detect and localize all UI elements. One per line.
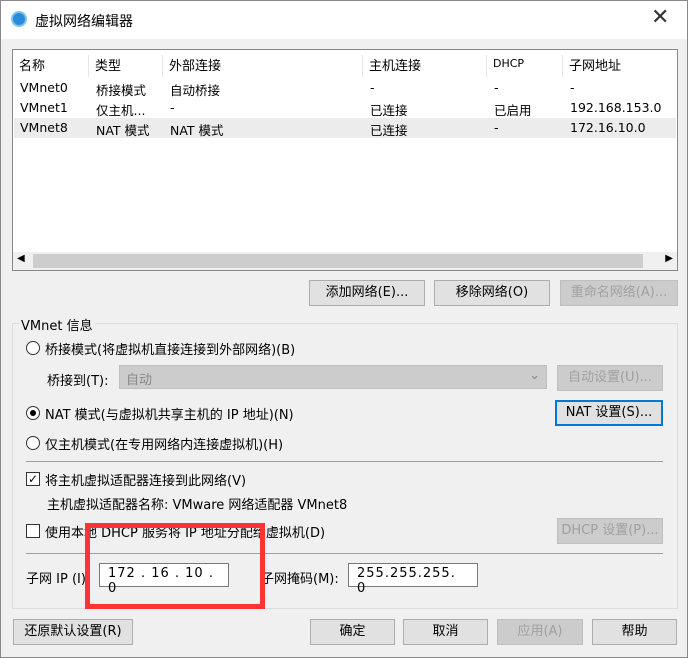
cell: 已连接 bbox=[370, 103, 408, 118]
col-header-name[interactable]: 名称 bbox=[13, 55, 89, 77]
help-button[interactable]: 帮助 bbox=[592, 619, 677, 645]
scrollbar-thumb[interactable] bbox=[33, 254, 643, 268]
subnet-mask-input[interactable]: 255.255.255. 0 bbox=[348, 563, 478, 596]
col-header-type[interactable]: 类型 bbox=[89, 55, 163, 77]
col-header-host[interactable]: 主机连接 bbox=[363, 55, 487, 77]
nat-label[interactable]: NAT 模式(与虚拟机共享主机的 IP 地址)(N) bbox=[45, 404, 294, 423]
remove-network-button[interactable]: 移除网络(O) bbox=[434, 280, 550, 306]
col-header-dhcp[interactable]: DHCP bbox=[487, 55, 563, 77]
bridge-to-label: 桥接到(T): bbox=[47, 374, 109, 389]
cell: 已连接 bbox=[370, 123, 408, 138]
adapter-name-text: 主机虚拟适配器名称: VMware 网络适配器 VMnet8 bbox=[47, 498, 348, 513]
subnet-ip-label: 子网 IP (I): bbox=[26, 572, 91, 587]
hostonly-label[interactable]: 仅主机模式(在专用网络内连接虚拟机)(H) bbox=[45, 434, 283, 453]
auto-settings-button[interactable]: 自动设置(U)... bbox=[557, 365, 663, 391]
subnet-mask-label: 子网掩码(M): bbox=[261, 572, 339, 587]
bridge-to-select[interactable]: 自动 ⌄ bbox=[119, 365, 547, 389]
bridge-radio[interactable] bbox=[26, 341, 40, 355]
scroll-right-icon[interactable]: ▶ bbox=[665, 253, 673, 264]
cell: - bbox=[170, 100, 175, 115]
network-table[interactable]: 名称 类型 外部连接 主机连接 DHCP 子网地址 VMnet0 桥接模式 自动桥接… bbox=[12, 49, 678, 271]
cell: 自动桥接 bbox=[170, 83, 221, 98]
cell: 仅主机... bbox=[96, 103, 146, 118]
cell: NAT 模式 bbox=[170, 123, 224, 138]
window-title: 虚拟网络编辑器 bbox=[35, 14, 133, 30]
col-header-subnet[interactable]: 子网地址 bbox=[563, 55, 675, 77]
scroll-left-icon[interactable]: ◀ bbox=[17, 253, 25, 264]
bridge-label[interactable]: 桥接模式(将虚拟机直接连接到外部网络)(B) bbox=[45, 339, 295, 358]
cell: - bbox=[494, 120, 499, 135]
cell: VMnet0 bbox=[20, 80, 68, 95]
cell: - bbox=[494, 80, 499, 95]
group-label: VMnet 信息 bbox=[19, 315, 95, 334]
cell: 桥接模式 bbox=[96, 83, 147, 98]
chevron-down-icon: ⌄ bbox=[529, 368, 540, 383]
table-row-selected[interactable]: VMnet8 NAT 模式 NAT 模式 已连接 - 172.16.10.0 bbox=[14, 118, 676, 138]
cell: VMnet8 bbox=[20, 120, 68, 135]
rename-network-button[interactable]: 重命名网络(A)... bbox=[560, 280, 678, 306]
connect-adapter-checkbox[interactable]: ✓ bbox=[26, 472, 40, 486]
highlight-annotation-box bbox=[85, 523, 265, 609]
dhcp-settings-button[interactable]: DHCP 设置(P)... bbox=[557, 518, 663, 544]
cell: 已启用 bbox=[494, 103, 532, 118]
nat-settings-button[interactable]: NAT 设置(S)... bbox=[555, 400, 663, 426]
add-network-button[interactable]: 添加网络(E)... bbox=[309, 280, 425, 306]
table-row[interactable]: VMnet1 仅主机... - 已连接 已启用 192.168.153.0 bbox=[14, 98, 676, 118]
cell: 172.16.10.0 bbox=[570, 120, 646, 135]
col-header-external[interactable]: 外部连接 bbox=[163, 55, 363, 77]
connect-adapter-label[interactable]: 将主机虚拟适配器连接到此网络(V) bbox=[45, 470, 246, 489]
bridge-to-value: 自动 bbox=[126, 373, 153, 388]
cell: VMnet1 bbox=[20, 100, 68, 115]
ok-button[interactable]: 确定 bbox=[310, 619, 395, 645]
horizontal-scrollbar[interactable]: ◀ ▶ bbox=[13, 252, 677, 270]
close-icon[interactable]: ✕ bbox=[651, 5, 669, 30]
cell: 192.168.153.0 bbox=[570, 100, 662, 115]
use-dhcp-checkbox[interactable] bbox=[26, 524, 40, 538]
nat-radio[interactable] bbox=[26, 406, 40, 420]
cell: NAT 模式 bbox=[96, 123, 150, 138]
divider bbox=[26, 461, 663, 462]
apply-button[interactable]: 应用(A) bbox=[497, 619, 583, 645]
hostonly-radio[interactable] bbox=[26, 436, 40, 450]
network-globe-icon bbox=[11, 11, 27, 27]
restore-defaults-button[interactable]: 还原默认设置(R) bbox=[13, 619, 133, 645]
cancel-button[interactable]: 取消 bbox=[403, 619, 488, 645]
cell: - bbox=[570, 80, 575, 95]
table-row[interactable]: VMnet0 桥接模式 自动桥接 - - - bbox=[14, 78, 676, 98]
cell: - bbox=[370, 80, 375, 95]
